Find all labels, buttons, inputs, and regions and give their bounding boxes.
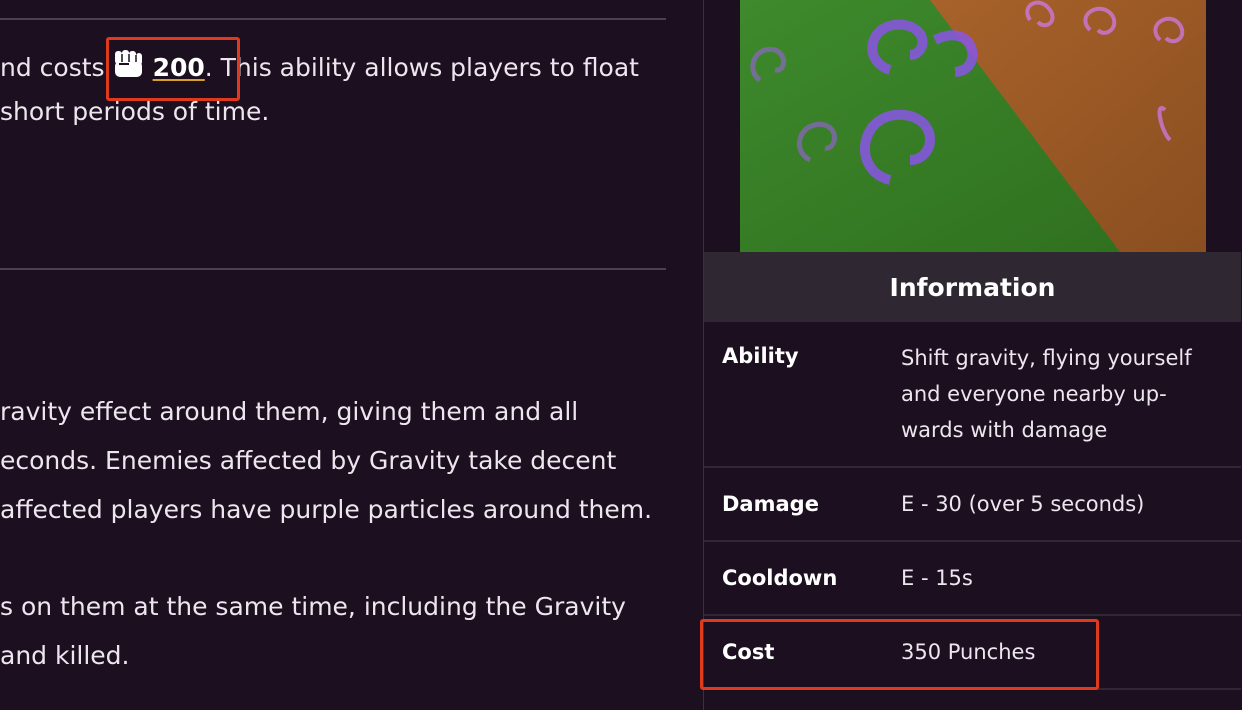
row-label: Cost (722, 640, 775, 664)
infobox-row-cost: Cost 350 Punches (704, 616, 1241, 690)
row-value: E - 30 (over 5 seconds) (901, 492, 1145, 516)
infobox-row-cooldown: Cooldown E - 15s (704, 542, 1241, 616)
infobox: Information Ability Shift gravity, flyin… (703, 0, 1242, 710)
paragraph-line: and killed. (0, 641, 130, 670)
paragraph-line: s on them at the same time, including th… (0, 592, 626, 621)
section-divider (0, 18, 666, 20)
section-divider (0, 268, 666, 270)
infobox-row-ability: Ability Shift gravity, flying yourself a… (704, 322, 1241, 468)
text-segment: nd costs (0, 53, 105, 82)
fist-icon (109, 48, 149, 87)
ability-image (740, 0, 1206, 252)
infobox-row-damage: Damage E - 30 (over 5 seconds) (704, 468, 1241, 542)
paragraph-line: econds. Enemies affected by Gravity take… (0, 446, 617, 475)
paragraph-line: nd costs 200. This ability allows players… (0, 48, 639, 87)
article-body: nd costs 200. This ability allows players… (0, 0, 680, 710)
row-label: Cooldown (722, 566, 838, 590)
text-segment: . This ability allows players to float (204, 53, 639, 82)
cost-link[interactable]: 200 (153, 53, 205, 82)
paragraph-line: short periods of time. (0, 97, 270, 126)
infobox-heading: Information (704, 252, 1241, 322)
row-value: Shift gravity, flying yourself and every… (901, 346, 1192, 442)
row-value: 350 Punches (901, 640, 1036, 664)
paragraph-line: ravity effect around them, giving them a… (0, 397, 579, 426)
row-label: Damage (722, 492, 819, 516)
row-label: Ability (722, 344, 799, 368)
row-value: E - 15s (901, 566, 973, 590)
paragraph-line: affected players have purple particles a… (0, 495, 653, 524)
